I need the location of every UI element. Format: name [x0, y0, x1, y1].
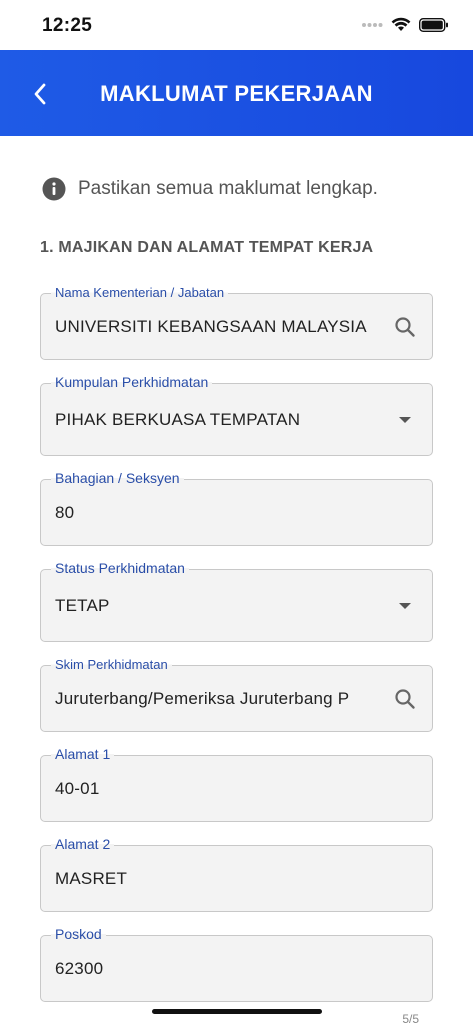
- postcode-value: 62300: [55, 959, 104, 978]
- page-title: MAKLUMAT PEKERJAAN: [100, 81, 373, 106]
- info-message: Pastikan semua maklumat lengkap.: [42, 177, 378, 201]
- app-bar: MAKLUMAT PEKERJAAN: [0, 50, 473, 136]
- ministry-field-label: Nama Kementerian / Jabatan: [51, 285, 229, 300]
- address-1-field[interactable]: Alamat 1 40-01: [40, 746, 433, 822]
- address-1-value: 40-01: [55, 779, 100, 798]
- battery-icon: [419, 17, 448, 32]
- ministry-field[interactable]: Nama Kementerian / Jabatan UNIVERSITI KE…: [40, 285, 433, 360]
- service-scheme-label: Skim Perkhidmatan: [51, 657, 172, 672]
- wifi-icon: [391, 17, 411, 31]
- search-icon[interactable]: [394, 688, 416, 710]
- ministry-field-value: UNIVERSITI KEBANGSAAN MALAYSIA: [55, 317, 367, 336]
- status-time: 12:25: [42, 15, 93, 36]
- service-group-select[interactable]: Kumpulan Perkhidmatan PIHAK BERKUASA TEM…: [40, 374, 433, 456]
- address-2-value: MASRET: [55, 869, 128, 888]
- service-scheme-field[interactable]: Skim Perkhidmatan Juruterbang/Pemeriksa …: [40, 657, 433, 732]
- dropdown-arrow-icon[interactable]: [394, 409, 416, 431]
- postcode-label: Poskod: [51, 926, 106, 942]
- dropdown-arrow-icon[interactable]: [394, 595, 416, 617]
- home-indicator[interactable]: [152, 1009, 322, 1014]
- address-2-label: Alamat 2: [51, 836, 115, 852]
- service-status-value: TETAP: [55, 596, 110, 615]
- search-icon[interactable]: [394, 316, 416, 338]
- address-1-label: Alamat 1: [51, 746, 115, 762]
- address-2-field[interactable]: Alamat 2 MASRET: [40, 836, 433, 912]
- service-group-value: PIHAK BERKUASA TEMPATAN: [55, 410, 301, 429]
- status-icons: [361, 17, 449, 32]
- service-status-label: Status Perkhidmatan: [51, 560, 189, 576]
- postcode-field[interactable]: Poskod 62300: [40, 926, 433, 1002]
- service-scheme-value: Juruterbang/Pemeriksa Juruterbang P: [55, 689, 350, 708]
- service-group-label: Kumpulan Perkhidmatan: [51, 374, 213, 390]
- division-label: Bahagian / Seksyen: [51, 470, 184, 486]
- division-value: 80: [55, 503, 75, 522]
- service-status-select[interactable]: Status Perkhidmatan TETAP: [40, 560, 433, 642]
- info-icon: [42, 177, 66, 201]
- status-bar: 12:25: [0, 0, 473, 50]
- division-field[interactable]: Bahagian / Seksyen 80: [40, 470, 433, 546]
- info-text: Pastikan semua maklumat lengkap.: [78, 178, 378, 199]
- section-title: 1. MAJIKAN DAN ALAMAT TEMPAT KERJA: [40, 239, 374, 256]
- cellular-signal-icon: [362, 22, 383, 27]
